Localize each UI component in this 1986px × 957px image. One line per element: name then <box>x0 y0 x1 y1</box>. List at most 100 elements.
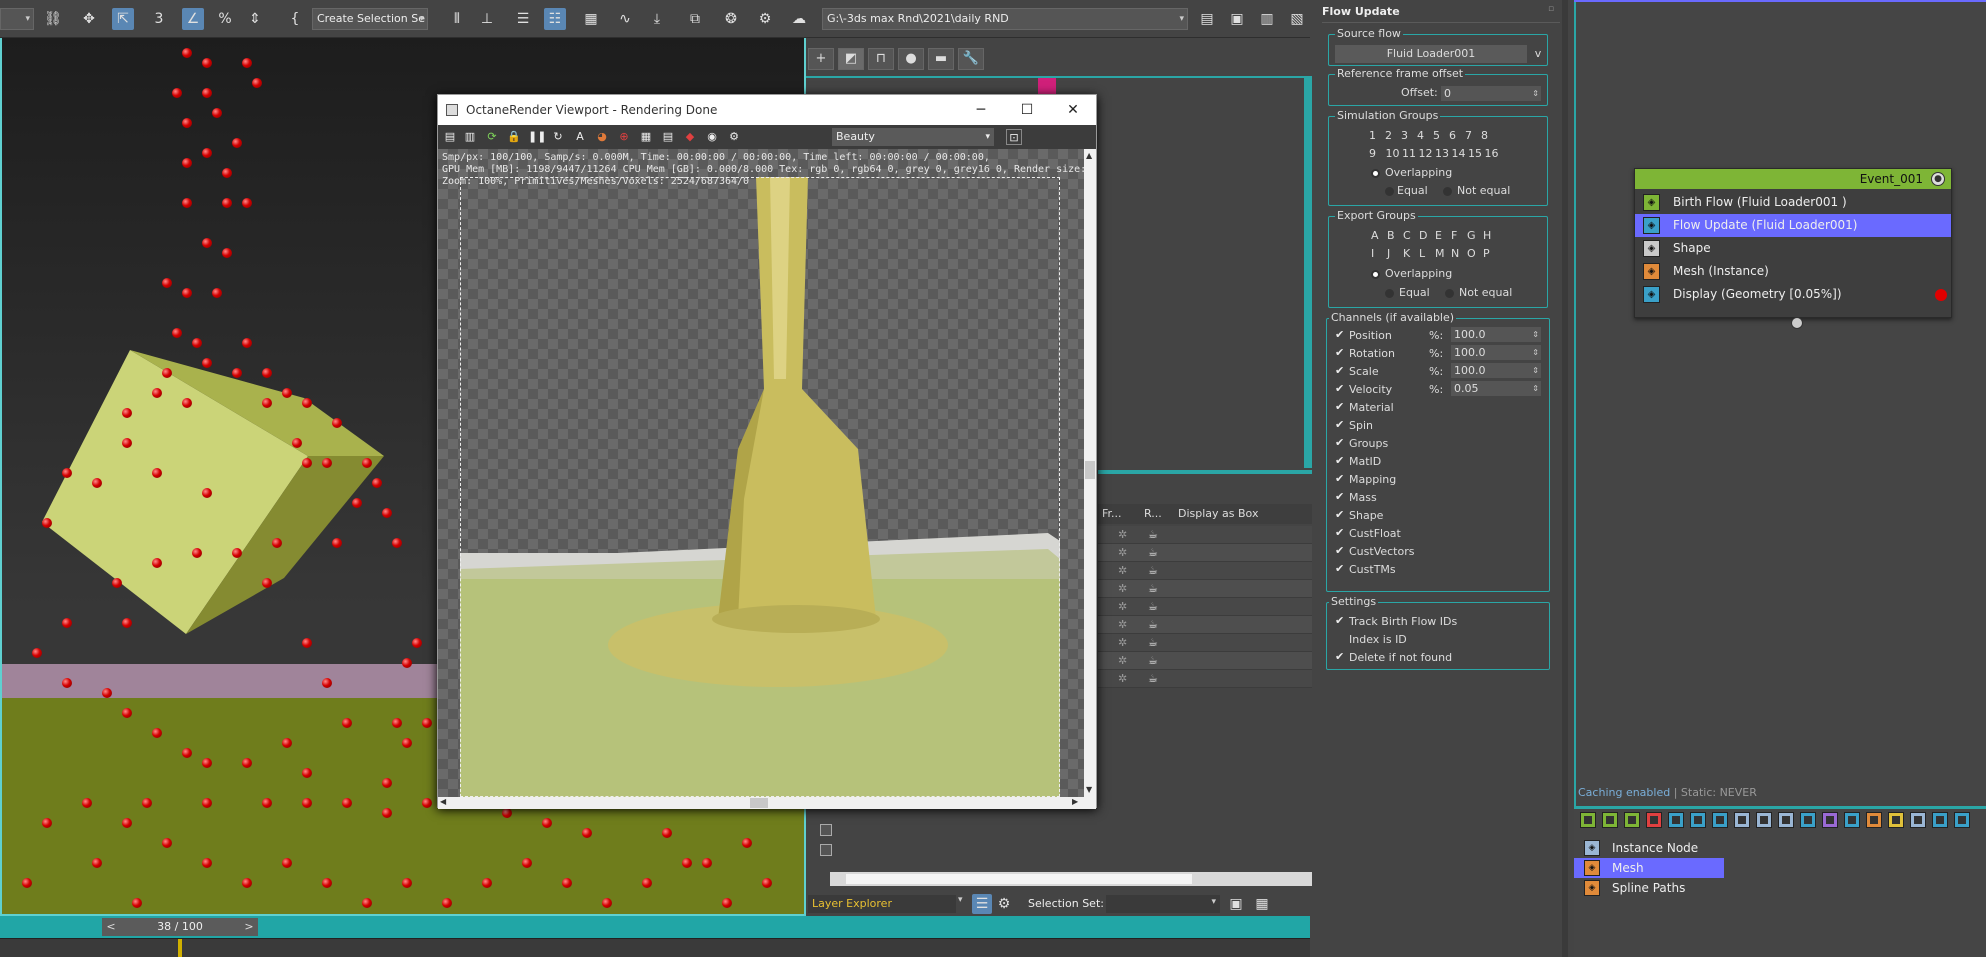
group-toggle[interactable]: H <box>1483 229 1491 242</box>
group-toggle[interactable]: 4 <box>1417 129 1424 142</box>
render-teapot-icon[interactable]: ☕ <box>1148 528 1158 541</box>
offset-field[interactable]: 0 ⇕ <box>1441 86 1541 101</box>
display-tab[interactable]: ▬ <box>928 48 954 70</box>
group-toggle[interactable]: 7 <box>1465 129 1472 142</box>
sim-overlapping-radio[interactable] <box>1371 169 1380 178</box>
depot-item[interactable]: ◈ Spline Paths <box>1574 878 1724 898</box>
dope-sheet-icon[interactable]: ⤓ <box>646 8 668 30</box>
render-frame-icon[interactable]: ☁ <box>788 8 810 30</box>
film-region-icon[interactable]: ▦ <box>638 129 654 145</box>
project-path-dropdown[interactable]: G:\-3ds max Rnd\2021\daily RND ▾ <box>822 8 1188 30</box>
depot-operator-icon[interactable] <box>1800 812 1816 828</box>
depot-operator-icon[interactable] <box>1756 812 1772 828</box>
depot-operator-icon[interactable] <box>1580 812 1596 828</box>
table-row[interactable]: ✲ ☕ <box>1098 544 1312 562</box>
percent-snap-icon[interactable]: % <box>214 8 236 30</box>
render-teapot-icon[interactable]: ☕ <box>1148 564 1158 577</box>
depot-operator-icon[interactable] <box>1646 812 1662 828</box>
scene-hscroll-thumb[interactable] <box>846 874 1192 884</box>
group-toggle[interactable]: G <box>1467 229 1476 242</box>
lock-icon[interactable]: 🔒 <box>506 129 522 145</box>
display-color-swatch[interactable] <box>1935 289 1947 301</box>
schematic-view-icon[interactable]: ⧉ <box>684 8 706 30</box>
next-frame-button[interactable]: > <box>240 918 258 936</box>
group-toggle[interactable]: J <box>1387 247 1390 260</box>
chevron-down-icon[interactable]: ▾ <box>958 895 963 905</box>
frame-counter[interactable]: 38 / 100 <box>120 918 240 936</box>
group-toggle[interactable]: 15 <box>1468 147 1482 160</box>
edit-named-sets-icon[interactable]: { <box>284 8 306 30</box>
depot-operator-icon[interactable] <box>1866 812 1882 828</box>
pause-icon[interactable]: ❚❚ <box>528 129 546 145</box>
minimize-button[interactable]: ─ <box>958 95 1004 125</box>
scene-explorer-icon[interactable]: ☰ <box>512 8 534 30</box>
layer-tools-icon[interactable]: ⚙ <box>994 894 1014 914</box>
group-toggle[interactable]: 9 <box>1369 147 1376 160</box>
selection-set-dropdown[interactable]: Create Selection Se ▾ <box>312 8 428 30</box>
utilities-tab[interactable]: 🔧 <box>958 48 984 70</box>
render-teapot-icon[interactable]: ☕ <box>1148 546 1158 559</box>
freeze-icon[interactable]: ✲ <box>1118 672 1127 685</box>
channel-checkbox[interactable]: ✔ <box>1335 544 1344 557</box>
channel-checkbox[interactable]: ✔ <box>1335 454 1344 467</box>
depot-operator-icon[interactable] <box>1822 812 1838 828</box>
close-button[interactable]: ✕ <box>1050 95 1096 125</box>
undo-dropdown[interactable]: ▾ <box>0 8 34 30</box>
group-toggle[interactable]: 6 <box>1449 129 1456 142</box>
channel-checkbox[interactable]: ✔ <box>1335 472 1344 485</box>
group-toggle[interactable]: L <box>1419 247 1425 260</box>
region-render-icon[interactable]: ⊕ <box>616 129 632 145</box>
depot-operator-icon[interactable] <box>1668 812 1684 828</box>
source-flow-picker[interactable]: v <box>1531 45 1545 63</box>
layers-icon[interactable]: ▤ <box>660 129 676 145</box>
layer-explorer-dropdown[interactable]: Layer Explorer <box>808 895 956 913</box>
angle-snap-icon[interactable]: ∠ <box>182 8 204 30</box>
table-row[interactable]: ✲ ☕ <box>1098 616 1312 634</box>
refresh-icon[interactable]: ⟳ <box>484 129 500 145</box>
maximize-button[interactable]: ☐ <box>1004 95 1050 125</box>
channel-checkbox[interactable]: ✔ <box>1335 436 1344 449</box>
table-row[interactable]: ✲ ☕ <box>1098 652 1312 670</box>
time-slider[interactable]: < 38 / 100 > <box>0 916 1310 938</box>
group-toggle[interactable]: 1 <box>1369 129 1376 142</box>
toggle-ribbon-icon[interactable]: ▦ <box>580 8 602 30</box>
depot-operator-icon[interactable] <box>1734 812 1750 828</box>
operator-item[interactable]: ◈ Mesh (Instance) <box>1635 260 1951 283</box>
col-render[interactable]: R... <box>1144 507 1162 520</box>
render-setup-icon[interactable]: ⚙ <box>754 8 776 30</box>
render-hscroll-thumb[interactable] <box>750 798 768 808</box>
setting-checkbox[interactable]: ✔ <box>1335 650 1344 663</box>
channel-checkbox[interactable]: ✔ <box>1335 400 1344 413</box>
render-teapot-icon[interactable]: ☕ <box>1148 582 1158 595</box>
spinner-snap-icon[interactable]: ⇕ <box>244 8 266 30</box>
group-toggle[interactable]: I <box>1371 247 1374 260</box>
freeze-icon[interactable]: ✲ <box>1118 600 1127 613</box>
operator-item[interactable]: ◈ Flow Update (Fluid Loader001) <box>1635 214 1951 237</box>
group-toggle[interactable]: F <box>1451 229 1457 242</box>
col-frozen[interactable]: Fr... <box>1102 507 1122 520</box>
group-toggle[interactable]: P <box>1483 247 1490 260</box>
exp-equal-radio[interactable] <box>1385 289 1394 298</box>
group-toggle[interactable]: D <box>1419 229 1427 242</box>
group-toggle[interactable]: 16 <box>1485 147 1499 160</box>
channel-pct-field[interactable]: 100.0 ⇕ <box>1451 345 1541 360</box>
camera-icon[interactable]: ◉ <box>704 129 720 145</box>
setting-checkbox[interactable]: ✔ <box>1335 614 1344 627</box>
curve-editor-icon[interactable]: ∿ <box>614 8 636 30</box>
browse-folder-icon[interactable]: ▧ <box>1286 8 1308 30</box>
table-row[interactable]: ✲ ☕ <box>1098 634 1312 652</box>
channel-checkbox[interactable]: ✔ <box>1335 346 1344 359</box>
group-toggle[interactable]: A <box>1371 229 1379 242</box>
settings-gear-icon[interactable]: ⚙ <box>726 129 742 145</box>
channel-checkbox[interactable]: ✔ <box>1335 526 1344 539</box>
event-output-socket[interactable] <box>1791 317 1803 329</box>
layer-explorer-icon[interactable]: ☷ <box>544 8 566 30</box>
group-toggle[interactable]: 10 <box>1386 147 1400 160</box>
particle-flow-node-editor[interactable]: Event_001 ● ◈ Birth Flow (Fluid Loader001… <box>1574 0 1986 957</box>
channel-checkbox[interactable]: ✔ <box>1335 418 1344 431</box>
freeze-icon[interactable]: ✲ <box>1118 528 1127 541</box>
modify-tab[interactable]: ◩ <box>838 48 864 70</box>
depot-item[interactable]: ◈ Mesh <box>1574 858 1724 878</box>
channel-checkbox[interactable]: ✔ <box>1335 490 1344 503</box>
operator-item[interactable]: ◈ Display (Geometry [0.05%]) <box>1635 283 1951 306</box>
